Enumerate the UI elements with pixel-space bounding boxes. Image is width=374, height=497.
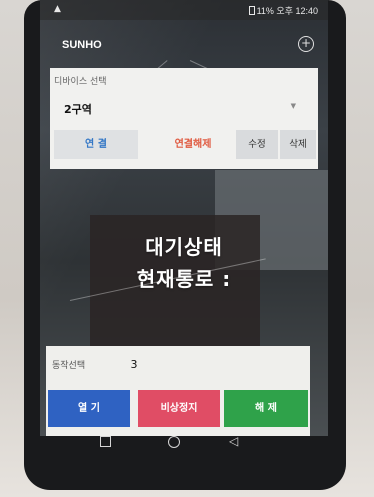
standby-status: 대기상태 — [145, 235, 223, 259]
status-time: 11% 오후 12:40 — [256, 6, 318, 16]
recent-apps-square-icon[interactable] — [100, 436, 111, 447]
plus-circle-icon: + — [300, 36, 312, 50]
notification-icon: ▲ — [54, 4, 61, 14]
dropdown-arrow-icon: ▼ — [290, 102, 296, 110]
device-select-value: 2구역 — [64, 103, 92, 116]
current-passage-status: 현재통로 : — [136, 267, 232, 291]
control-panel: 동작선택 3 열 기 비상정지 해 제 — [46, 346, 310, 436]
navigation-bar: ◁ — [40, 434, 328, 454]
edit-button[interactable]: 수정 — [236, 130, 278, 159]
device-select-label: 디바이스 선택 — [54, 77, 107, 87]
app-bar: SUNHO + — [40, 36, 328, 58]
delete-button[interactable]: 삭제 — [280, 130, 316, 159]
app-title: SUNHO — [62, 39, 102, 51]
app-screen: ▲ 11% 오후 12:40 SUNHO + 디바이스 선택 2구역 ▼ 연 결… — [40, 0, 328, 436]
disconnect-button[interactable]: 연결해제 — [158, 130, 228, 159]
home-circle-icon[interactable] — [168, 436, 180, 448]
add-device-button[interactable]: + — [298, 36, 314, 52]
operation-select-label: 동작선택 — [52, 361, 86, 371]
battery-icon — [248, 6, 255, 15]
emergency-stop-button[interactable]: 비상정지 — [138, 390, 220, 427]
status-bar: ▲ 11% 오후 12:40 — [40, 0, 328, 20]
device-select[interactable]: 2구역 ▼ — [50, 92, 318, 122]
release-button[interactable]: 해 제 — [224, 390, 308, 427]
device-panel: 디바이스 선택 2구역 ▼ 연 결 연결해제 수정 삭제 — [50, 68, 318, 169]
open-button[interactable]: 열 기 — [48, 390, 130, 427]
status-info: 11% 오후 12:40 — [247, 4, 318, 17]
back-triangle-icon[interactable]: ◁ — [229, 434, 238, 448]
connect-button[interactable]: 연 결 — [54, 130, 138, 159]
operation-select-input[interactable]: 3 — [106, 354, 162, 376]
